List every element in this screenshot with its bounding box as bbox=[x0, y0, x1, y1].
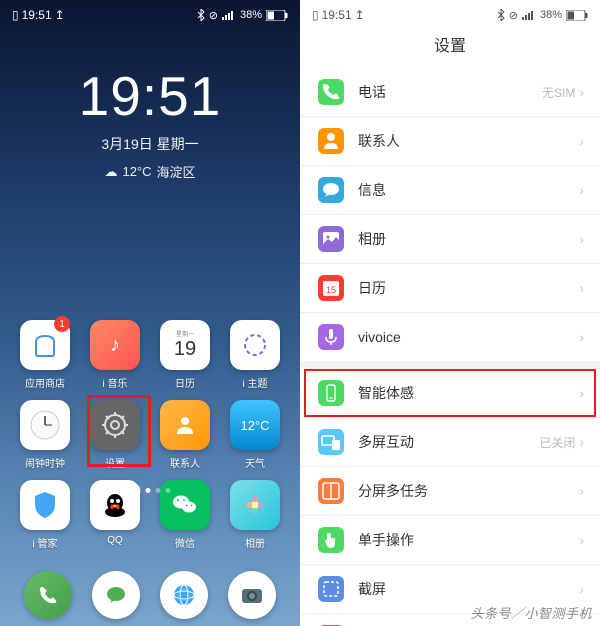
home-screen: ▯ 19:51 ↥ ⊘ 38% 19:51 3月19日 星期一 ☁ 12°C 海… bbox=[0, 0, 300, 626]
dock-camera[interactable] bbox=[228, 571, 276, 619]
bluetooth-icon bbox=[497, 9, 505, 21]
page-indicator bbox=[130, 485, 171, 496]
settings-item-label: vivoice bbox=[358, 329, 579, 345]
settings-item-icon bbox=[318, 380, 344, 406]
dock-messages[interactable] bbox=[92, 571, 140, 619]
status-time: 19:51 bbox=[322, 8, 352, 22]
settings-item-label: 联系人 bbox=[358, 131, 579, 151]
settings-item-智能体感[interactable]: 智能体感› bbox=[300, 369, 600, 418]
settings-item-label: 分屏多任务 bbox=[358, 481, 579, 501]
chevron-right-icon: › bbox=[579, 280, 584, 296]
settings-item-icon bbox=[318, 478, 344, 504]
alarm-icon: ⊘ bbox=[209, 9, 218, 22]
settings-group: 智能体感›多屏互动已关闭›分屏多任务›单手操作›截屏›应用分身›快捷启动› bbox=[300, 361, 600, 626]
svg-text:15: 15 bbox=[326, 285, 336, 295]
battery-icon bbox=[566, 10, 588, 21]
clock-area: 19:51 3月19日 星期一 ☁ 12°C 海淀区 bbox=[0, 64, 300, 181]
app-manager[interactable]: i 管家 bbox=[14, 480, 76, 550]
settings-list[interactable]: 电话无SIM›联系人›信息›相册›15日历›vivoice›智能体感›多屏互动已… bbox=[300, 68, 600, 626]
chevron-right-icon: › bbox=[579, 182, 584, 198]
upload-icon: ↥ bbox=[355, 8, 365, 22]
status-bar-left: ▯ 19:51 ↥ ⊘ 38% bbox=[0, 0, 300, 24]
settings-item-icon bbox=[318, 429, 344, 455]
battery-pct: 38% bbox=[540, 9, 562, 21]
chevron-right-icon: › bbox=[579, 581, 584, 597]
lock-clock: 19:51 bbox=[0, 64, 300, 128]
app-store[interactable]: 1 应用商店 bbox=[14, 320, 76, 390]
settings-item-分屏多任务[interactable]: 分屏多任务› bbox=[300, 467, 600, 516]
settings-item-电话[interactable]: 电话无SIM› bbox=[300, 68, 600, 117]
chevron-right-icon: › bbox=[579, 329, 584, 345]
settings-item-value: 已关闭 bbox=[539, 434, 575, 451]
app-clock[interactable]: 闹钟时钟 bbox=[14, 400, 76, 470]
watermark: 头条号／小智测手机 bbox=[470, 603, 592, 622]
chevron-right-icon: › bbox=[579, 133, 584, 149]
status-time: 19:51 bbox=[22, 8, 52, 22]
settings-item-label: 多屏互动 bbox=[358, 432, 539, 452]
sim-icon: ▯ bbox=[312, 8, 319, 22]
weather-icon: ☁ bbox=[104, 164, 117, 180]
app-row: 1 应用商店 ♪ i 音乐 星期一 19 日历 i 主题 bbox=[14, 320, 286, 390]
dock-phone[interactable] bbox=[24, 571, 72, 619]
settings-item-icon bbox=[318, 324, 344, 350]
settings-item-日历[interactable]: 15 日历› bbox=[300, 264, 600, 313]
settings-item-label: 信息 bbox=[358, 180, 579, 200]
settings-item-label: 电话 bbox=[358, 82, 542, 102]
battery-icon bbox=[266, 10, 288, 21]
app-weather[interactable]: 12°C 天气 bbox=[224, 400, 286, 470]
app-gallery[interactable]: 相册 bbox=[224, 480, 286, 550]
settings-item-label: 相册 bbox=[358, 229, 579, 249]
settings-item-信息[interactable]: 信息› bbox=[300, 166, 600, 215]
chevron-right-icon: › bbox=[579, 483, 584, 499]
app-calendar[interactable]: 星期一 19 日历 bbox=[154, 320, 216, 390]
settings-item-icon bbox=[318, 79, 344, 105]
badge: 1 bbox=[54, 316, 70, 332]
chevron-right-icon: › bbox=[579, 385, 584, 401]
lock-weather: ☁ 12°C 海淀区 bbox=[0, 162, 300, 181]
bluetooth-icon bbox=[197, 9, 205, 21]
settings-item-icon: 15 bbox=[318, 275, 344, 301]
settings-item-label: 日历 bbox=[358, 278, 579, 298]
battery-pct: 38% bbox=[240, 9, 262, 21]
settings-item-icon bbox=[318, 226, 344, 252]
dock bbox=[0, 564, 300, 626]
settings-item-vivoice[interactable]: vivoice› bbox=[300, 313, 600, 361]
chevron-right-icon: › bbox=[579, 434, 584, 450]
app-settings[interactable]: 设置 bbox=[84, 400, 146, 470]
signal-icon bbox=[222, 10, 236, 20]
app-theme[interactable]: i 主题 bbox=[224, 320, 286, 390]
settings-screen: ▯ 19:51 ↥ ⊘ 38% 设置 电话无SIM›联系人›信息›相册›15日历… bbox=[300, 0, 600, 626]
upload-icon: ↥ bbox=[55, 8, 65, 22]
dock-browser[interactable] bbox=[160, 571, 208, 619]
app-contacts[interactable]: 联系人 bbox=[154, 400, 216, 470]
sim-icon: ▯ bbox=[12, 8, 19, 22]
settings-item-多屏互动[interactable]: 多屏互动已关闭› bbox=[300, 418, 600, 467]
chevron-right-icon: › bbox=[579, 532, 584, 548]
settings-item-icon bbox=[318, 527, 344, 553]
settings-item-value: 无SIM bbox=[542, 84, 575, 101]
settings-item-label: 截屏 bbox=[358, 579, 579, 599]
settings-item-icon bbox=[318, 128, 344, 154]
chevron-right-icon: › bbox=[579, 231, 584, 247]
settings-item-联系人[interactable]: 联系人› bbox=[300, 117, 600, 166]
signal-icon bbox=[522, 10, 536, 20]
settings-item-单手操作[interactable]: 单手操作› bbox=[300, 516, 600, 565]
settings-item-icon bbox=[318, 177, 344, 203]
chevron-right-icon: › bbox=[579, 84, 584, 100]
lock-date: 3月19日 星期一 bbox=[0, 134, 300, 154]
alarm-icon: ⊘ bbox=[509, 9, 518, 22]
status-bar-right: ▯ 19:51 ↥ ⊘ 38% bbox=[300, 0, 600, 24]
settings-item-label: 智能体感 bbox=[358, 383, 579, 403]
settings-item-相册[interactable]: 相册› bbox=[300, 215, 600, 264]
app-grid: 1 应用商店 ♪ i 音乐 星期一 19 日历 i 主题 bbox=[0, 320, 300, 560]
settings-title: 设置 bbox=[300, 24, 600, 68]
settings-item-label: 单手操作 bbox=[358, 530, 579, 550]
app-music[interactable]: ♪ i 音乐 bbox=[84, 320, 146, 390]
settings-item-icon bbox=[318, 576, 344, 602]
settings-group: 电话无SIM›联系人›信息›相册›15日历›vivoice› bbox=[300, 68, 600, 361]
app-row: 闹钟时钟 设置 联系人 12°C 天气 bbox=[14, 400, 286, 470]
